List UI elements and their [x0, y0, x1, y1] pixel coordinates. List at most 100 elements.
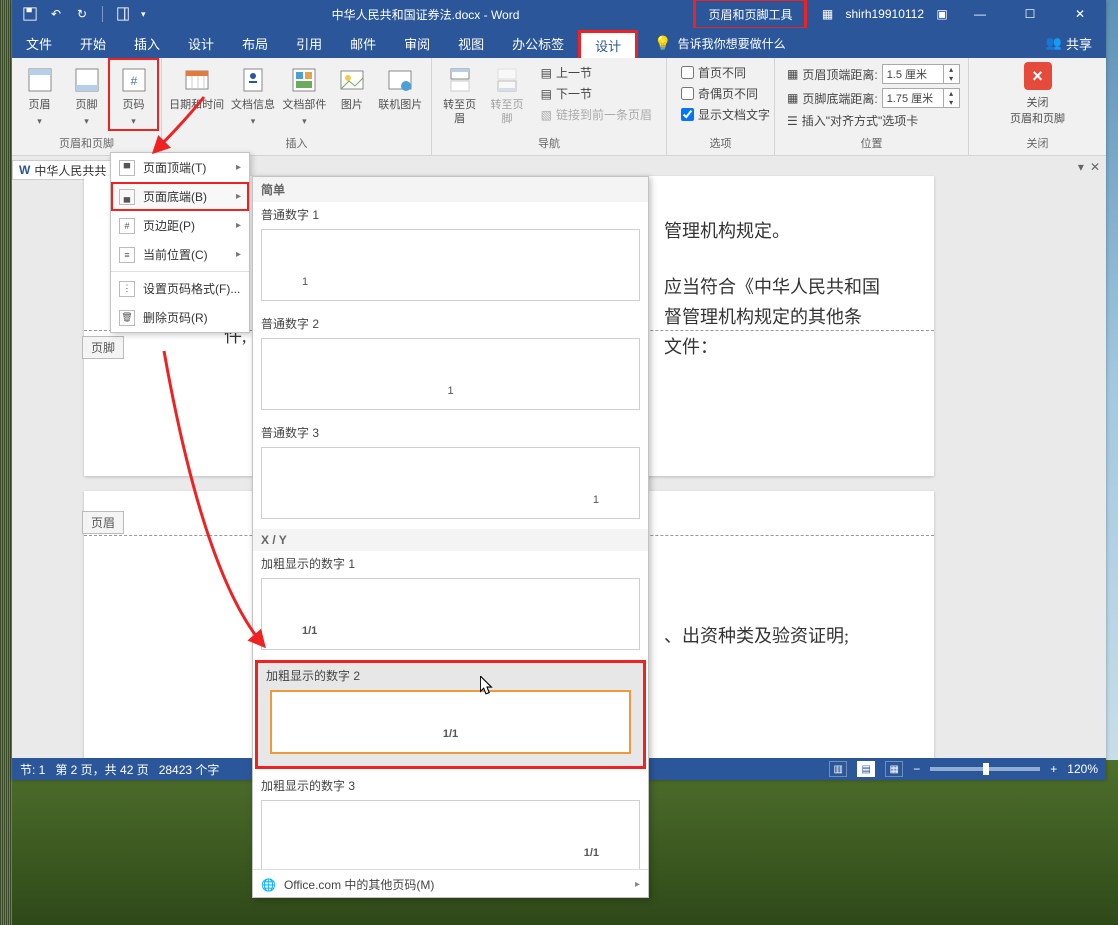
minimize-icon[interactable]: — — [960, 0, 1000, 28]
link-icon: ▧ — [541, 108, 552, 122]
menu-page-top[interactable]: ▀页面顶端(T)▸ — [111, 153, 249, 182]
undo-icon[interactable]: ↶ — [48, 6, 64, 22]
ribbon: 页眉▾ 页脚▾ #页码▾ 页眉和页脚 日期和时间 文档信息▾ 文档部件▾ 图片 … — [12, 58, 1106, 156]
tab-layout[interactable]: 布局 — [228, 28, 282, 58]
gallery-plain2-label: 普通数字 2 — [253, 311, 648, 334]
gallery-plain1-label: 普通数字 1 — [253, 202, 648, 225]
page-current-icon: ≡ — [119, 247, 135, 263]
page-format-icon: ⋮ — [119, 281, 135, 297]
tab-file[interactable]: 文件 — [12, 28, 66, 58]
tab-insert[interactable]: 插入 — [120, 28, 174, 58]
ribbon-display-icon[interactable]: ▣ — [934, 6, 950, 22]
menu-page-bottom[interactable]: ▄页面底端(B)▸ — [111, 182, 249, 211]
page-number-gallery: 简单 普通数字 1 1 普通数字 2 1 普通数字 3 1 X / Y 加粗显示… — [252, 176, 649, 898]
gallery-bold3-label: 加粗显示的数字 3 — [253, 773, 648, 796]
gallery-plain2[interactable]: 1 — [261, 338, 640, 410]
online-picture-button[interactable]: 联机图片 — [376, 62, 425, 112]
gallery-plain1[interactable]: 1 — [261, 229, 640, 301]
mouse-cursor-icon — [480, 676, 494, 696]
footer-dist-spinner[interactable]: 1.75 厘米▴▾ — [882, 88, 960, 108]
gallery-bold1[interactable]: 1/1 — [261, 578, 640, 650]
status-words[interactable]: 28423 个字 — [159, 761, 220, 778]
align-icon: ☰ — [787, 114, 798, 128]
tablet-icon[interactable] — [115, 6, 131, 22]
tab-review[interactable]: 审阅 — [390, 28, 444, 58]
next-section-button[interactable]: ▤下一节 — [541, 85, 652, 102]
tab-view[interactable]: 视图 — [444, 28, 498, 58]
gallery-plain3-label: 普通数字 3 — [253, 420, 648, 443]
doc-info-button[interactable]: 文档信息▾ — [229, 62, 276, 127]
view-print-icon[interactable]: ▤ — [857, 761, 875, 777]
zoom-value[interactable]: 120% — [1067, 762, 1098, 776]
page-top-icon: ▀ — [119, 160, 135, 176]
gallery-bold3[interactable]: 1/1 — [261, 800, 640, 869]
tab-references[interactable]: 引用 — [282, 28, 336, 58]
zoom-out-icon[interactable]: − — [913, 762, 920, 776]
diff-odd-checkbox[interactable]: 奇偶页不同 — [681, 85, 770, 102]
close-hf-button[interactable]: ×关闭 页眉和页脚 — [1009, 62, 1067, 126]
picture-button[interactable]: 图片 — [332, 62, 372, 112]
share-icon: 👥 — [1046, 35, 1062, 51]
header-button[interactable]: 页眉▾ — [18, 62, 61, 127]
next-icon: ▤ — [541, 87, 552, 101]
page-remove-icon: 🗑 — [119, 310, 135, 326]
tab-mailings[interactable]: 邮件 — [336, 28, 390, 58]
tab-home[interactable]: 开始 — [66, 28, 120, 58]
header-dist-spinner[interactable]: 1.5 厘米▴▾ — [882, 64, 960, 84]
date-time-button[interactable]: 日期和时间 — [168, 62, 225, 112]
redo-icon[interactable]: ↻ — [74, 6, 90, 22]
bulb-icon: 💡 — [654, 35, 671, 52]
ribbon-tabs: 文件 开始 插入 设计 布局 引用 邮件 审阅 视图 办公标签 设计 💡 告诉我你… — [12, 28, 1106, 58]
tablet-tool-icon[interactable]: ▦ — [819, 6, 835, 22]
tab-office[interactable]: 办公标签 — [498, 28, 578, 58]
status-page[interactable]: 第 2 页，共 42 页 — [55, 761, 148, 778]
goto-footer-button[interactable]: 转至页脚 — [485, 62, 528, 126]
menu-page-margin[interactable]: #页边距(P)▸ — [111, 211, 249, 240]
tell-me-text[interactable]: 告诉我你想要做什么 — [678, 35, 786, 52]
maximize-icon[interactable]: ☐ — [1010, 0, 1050, 28]
page-number-button[interactable]: #页码▾ — [112, 62, 155, 127]
header-edge-icon: ▦ — [787, 67, 798, 81]
pin-icon[interactable]: ▾ — [1078, 160, 1084, 174]
user-name[interactable]: shirh19910112 — [845, 7, 924, 21]
view-web-icon[interactable]: ▦ — [885, 761, 903, 777]
header-tag: 页眉 — [82, 511, 124, 534]
close-window-icon[interactable]: ✕ — [1060, 0, 1100, 28]
quick-parts-button[interactable]: 文档部件▾ — [281, 62, 328, 127]
gallery-cat-xy: X / Y — [253, 529, 648, 551]
share-button[interactable]: 👥共享 — [1032, 28, 1106, 58]
page-margin-icon: # — [119, 218, 135, 234]
close-doc-icon[interactable]: ✕ — [1090, 160, 1100, 174]
align-tab-button[interactable]: ☰插入"对齐方式"选项卡 — [787, 112, 960, 129]
status-section[interactable]: 节: 1 — [20, 761, 45, 778]
gallery-office-more[interactable]: 🌐Office.com 中的其他页码(M)▸ — [253, 870, 648, 898]
menu-page-remove[interactable]: 🗑删除页码(R) — [111, 303, 249, 332]
tab-design[interactable]: 设计 — [174, 28, 228, 58]
diff-first-checkbox[interactable]: 首页不同 — [681, 64, 770, 81]
footer-button[interactable]: 页脚▾ — [65, 62, 108, 127]
group-label-position: 位置 — [775, 133, 968, 155]
menu-page-current[interactable]: ≡当前位置(C)▸ — [111, 240, 249, 269]
view-read-icon[interactable]: ▥ — [829, 761, 847, 777]
window-title: 中华人民共和国证券法.docx - Word — [156, 6, 696, 23]
prev-icon: ▤ — [541, 66, 552, 80]
office-icon: 🌐 — [261, 878, 276, 892]
show-text-checkbox[interactable]: 显示文档文字 — [681, 106, 770, 123]
group-label-close: 关闭 — [969, 133, 1106, 155]
zoom-in-icon[interactable]: + — [1050, 762, 1057, 776]
footer-edge-icon: ▦ — [787, 91, 798, 105]
contextual-tab-header: 页眉和页脚工具 — [695, 0, 805, 28]
save-icon[interactable] — [22, 6, 38, 22]
tab-hf-design[interactable]: 设计 — [578, 30, 638, 58]
gallery-bold2[interactable]: 1/1 — [270, 690, 631, 754]
page-number-menu: ▀页面顶端(T)▸ ▄页面底端(B)▸ #页边距(P)▸ ≡当前位置(C)▸ ⋮… — [110, 152, 250, 333]
gallery-bold2-label: 加粗显示的数字 2 — [262, 665, 639, 686]
titlebar: ↶ ↻ ▾ 中华人民共和国证券法.docx - Word 页眉和页脚工具 ▦ s… — [12, 0, 1106, 28]
goto-header-button[interactable]: 转至页眉 — [438, 62, 481, 126]
prev-section-button[interactable]: ▤上一节 — [541, 64, 652, 81]
gallery-plain3[interactable]: 1 — [261, 447, 640, 519]
menu-page-format[interactable]: ⋮设置页码格式(F)... — [111, 274, 249, 303]
desktop-trees-left — [0, 0, 12, 925]
gallery-cat-simple: 简单 — [253, 177, 648, 202]
zoom-slider[interactable] — [930, 767, 1040, 771]
